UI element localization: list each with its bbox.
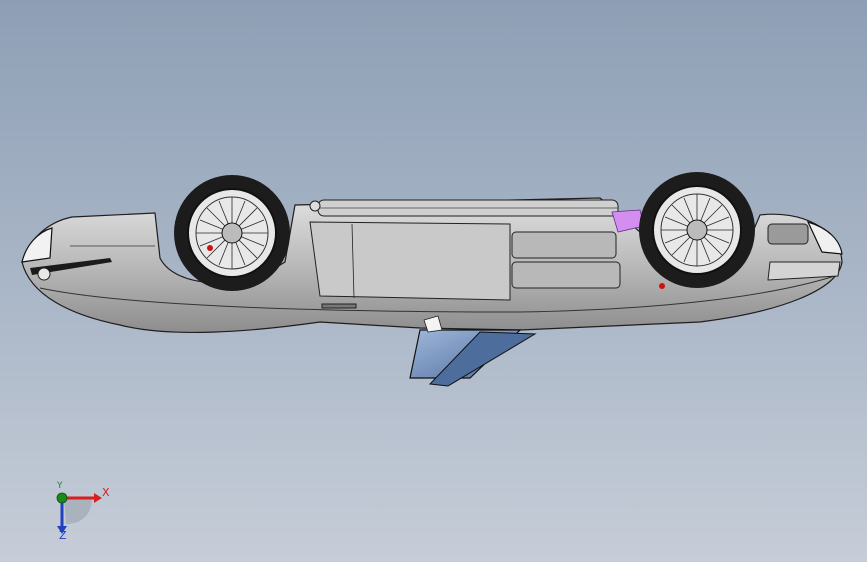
front-wheel xyxy=(174,175,290,291)
beam-bolt xyxy=(309,200,321,212)
front-headlight xyxy=(21,227,53,263)
graphics-viewport[interactable]: X Y Z xyxy=(0,0,867,562)
front-lamp xyxy=(37,267,51,281)
side-vent-upper xyxy=(511,231,617,259)
triad-shadow xyxy=(64,498,92,524)
coordinate-triad xyxy=(56,492,102,534)
side-vent-lower xyxy=(511,261,621,289)
door-handle xyxy=(321,303,357,309)
z-axis-label: Z xyxy=(59,529,67,542)
rear-lamp xyxy=(767,223,809,245)
y-axis-label: Y xyxy=(57,481,63,491)
door-panel xyxy=(309,221,511,301)
car-model[interactable] xyxy=(0,0,867,562)
x-axis-label: X xyxy=(102,486,110,499)
y-axis-dot xyxy=(56,492,68,504)
